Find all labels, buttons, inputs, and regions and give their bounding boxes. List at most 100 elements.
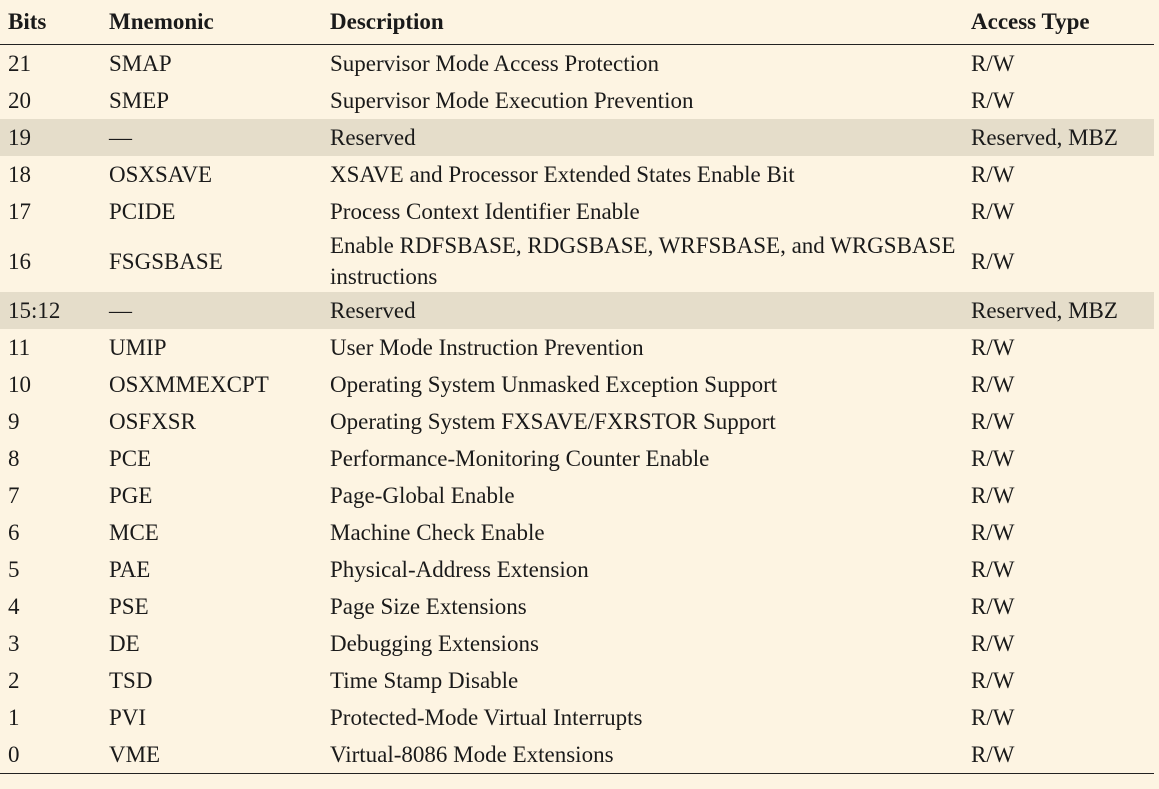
access-type-cell: R/W	[971, 51, 1015, 76]
bits-cell: 16	[8, 248, 31, 274]
mnemonic-cell: OSFXSR	[109, 409, 196, 434]
access-type-cell: R/W	[971, 483, 1015, 508]
description-cell: Operating System FXSAVE/FXRSTOR Support	[330, 409, 776, 434]
header-access-type: Access Type	[963, 0, 1154, 45]
bits-cell: 10	[8, 372, 31, 397]
cr4-bits-table-container: Bits Mnemonic Description Access Type 21…	[0, 0, 1154, 774]
description-cell: Operating System Unmasked Exception Supp…	[330, 372, 778, 397]
mnemonic-cell: SMEP	[109, 88, 170, 113]
access-type-cell: R/W	[971, 409, 1015, 434]
bits-cell: 18	[8, 162, 31, 187]
description-cell: Protected-Mode Virtual Interrupts	[330, 705, 643, 730]
mnemonic-cell: FSGSBASE	[109, 248, 223, 274]
mnemonic-cell: PGE	[109, 483, 153, 508]
description-cell: Machine Check Enable	[330, 520, 545, 545]
description-cell: Enable RDFSBASE, RDGSBASE, WRFSBASE, and…	[330, 233, 956, 289]
table-row: 18 OSXSAVE XSAVE and Processor Extended St…	[0, 156, 1154, 193]
header-row: Bits Mnemonic Description Access Type	[0, 0, 1154, 45]
table-row: 3 DE Debugging Extensions R/W	[0, 625, 1154, 662]
table-row: 16 FSGSBASE Enable RDFSBASE, RDGSBASE, WRF…	[0, 230, 1154, 292]
mnemonic-cell: —	[101, 119, 322, 156]
mnemonic-cell: OSXMMEXCPT	[109, 372, 269, 397]
header-description: Description	[322, 0, 963, 45]
description-cell: Time Stamp Disable	[330, 668, 519, 693]
table-row: 7 PGE Page-Global Enable R/W	[0, 477, 1154, 514]
bits-cell: 9	[8, 409, 20, 434]
bits-cell: 15:12	[0, 292, 101, 329]
mnemonic-cell: PCIDE	[109, 199, 176, 224]
mnemonic-cell: PSE	[109, 594, 149, 619]
access-type-cell: R/W	[971, 631, 1015, 656]
table-row: 21 SMAP Supervisor Mode Access Protection R…	[0, 45, 1154, 83]
mnemonic-cell: TSD	[109, 668, 153, 693]
description-cell: Page Size Extensions	[330, 594, 527, 619]
table-body: 21 SMAP Supervisor Mode Access Protection R…	[0, 45, 1154, 774]
mnemonic-cell: PAE	[109, 557, 151, 582]
description-cell: User Mode Instruction Prevention	[330, 335, 644, 360]
table-row: 10 OSXMMEXCPT Operating System Unmasked Ex…	[0, 366, 1154, 403]
mnemonic-cell: OSXSAVE	[109, 162, 213, 187]
table-row: 9 OSFXSR Operating System FXSAVE/FXRSTOR S…	[0, 403, 1154, 440]
access-type-cell: R/W	[971, 199, 1015, 224]
description-cell: Performance-Monitoring Counter Enable	[330, 446, 710, 471]
bits-cell: 6	[8, 520, 20, 545]
description-cell: Reserved	[322, 119, 963, 156]
description-cell: Reserved	[322, 292, 963, 329]
access-type-cell: R/W	[971, 668, 1015, 693]
access-type-cell: Reserved, MBZ	[963, 292, 1154, 329]
table-row-reserved: 15:12— Reserved Reserved, MBZ	[0, 292, 1154, 329]
bits-cell: 5	[8, 557, 20, 582]
description-cell: Page-Global Enable	[330, 483, 515, 508]
bits-cell: 4	[8, 594, 20, 619]
mnemonic-cell: UMIP	[109, 335, 167, 360]
description-cell: Debugging Extensions	[330, 631, 539, 656]
bits-cell: 0	[0, 736, 101, 774]
access-type-cell: R/W	[971, 88, 1015, 113]
bits-cell: 19	[0, 119, 101, 156]
bits-cell: 21	[8, 51, 31, 76]
access-type-cell: R/W	[971, 520, 1015, 545]
bits-cell: 20	[8, 88, 31, 113]
bits-cell: 17	[8, 199, 31, 224]
access-type-cell: Reserved, MBZ	[963, 119, 1154, 156]
table-row: 5 PAE Physical-Address Extension R/W	[0, 551, 1154, 588]
header-bits: Bits	[0, 0, 101, 45]
header-mnemonic: Mnemonic	[101, 0, 322, 45]
access-type-cell: R/W	[971, 162, 1015, 187]
table-row: 11 UMIP User Mode Instruction Prevention R/…	[0, 329, 1154, 366]
table-header: Bits Mnemonic Description Access Type	[0, 0, 1154, 45]
access-type-cell: R/W	[971, 594, 1015, 619]
bits-cell: 7	[8, 483, 20, 508]
cr4-bits-table: Bits Mnemonic Description Access Type 21…	[0, 0, 1154, 774]
description-cell: Process Context Identifier Enable	[330, 199, 640, 224]
mnemonic-cell: VME	[101, 736, 322, 774]
mnemonic-cell: SMAP	[109, 51, 172, 76]
bits-cell: 8	[8, 446, 20, 471]
mnemonic-cell: DE	[109, 631, 140, 656]
mnemonic-cell: PCE	[109, 446, 152, 471]
mnemonic-cell: —	[101, 292, 322, 329]
table-row: 2 TSD Time Stamp Disable R/W	[0, 662, 1154, 699]
access-type-cell: R/W	[971, 446, 1015, 471]
table-row: 17 PCIDE Process Context Identifier Enable…	[0, 193, 1154, 230]
mnemonic-cell: PVI	[109, 705, 147, 730]
bits-cell: 11	[8, 335, 31, 360]
table-row: 0 VME Virtual-8086 Mode Extensions R/W	[0, 736, 1154, 774]
table-row: 1 PVI Protected-Mode Virtual Interrupts R/W	[0, 699, 1154, 736]
table-row-reserved: 19— Reserved Reserved, MBZ	[0, 119, 1154, 156]
bits-cell: 3	[8, 631, 20, 656]
access-type-cell: R/W	[971, 248, 1015, 274]
table-row: 4 PSE Page Size Extensions R/W	[0, 588, 1154, 625]
description-cell: Physical-Address Extension	[330, 557, 589, 582]
access-type-cell: R/W	[971, 705, 1015, 730]
access-type-cell: R/W	[971, 372, 1015, 397]
table-row: 6 MCE Machine Check Enable R/W	[0, 514, 1154, 551]
table-row: 20 SMEP Supervisor Mode Execution Preventi…	[0, 82, 1154, 119]
bits-cell: 2	[8, 668, 20, 693]
access-type-cell: R/W	[971, 557, 1015, 582]
mnemonic-cell: MCE	[109, 520, 159, 545]
access-type-cell: R/W	[963, 736, 1154, 774]
access-type-cell: R/W	[971, 335, 1015, 360]
description-cell: Virtual-8086 Mode Extensions	[322, 736, 963, 774]
description-cell: Supervisor Mode Access Protection	[330, 51, 659, 76]
